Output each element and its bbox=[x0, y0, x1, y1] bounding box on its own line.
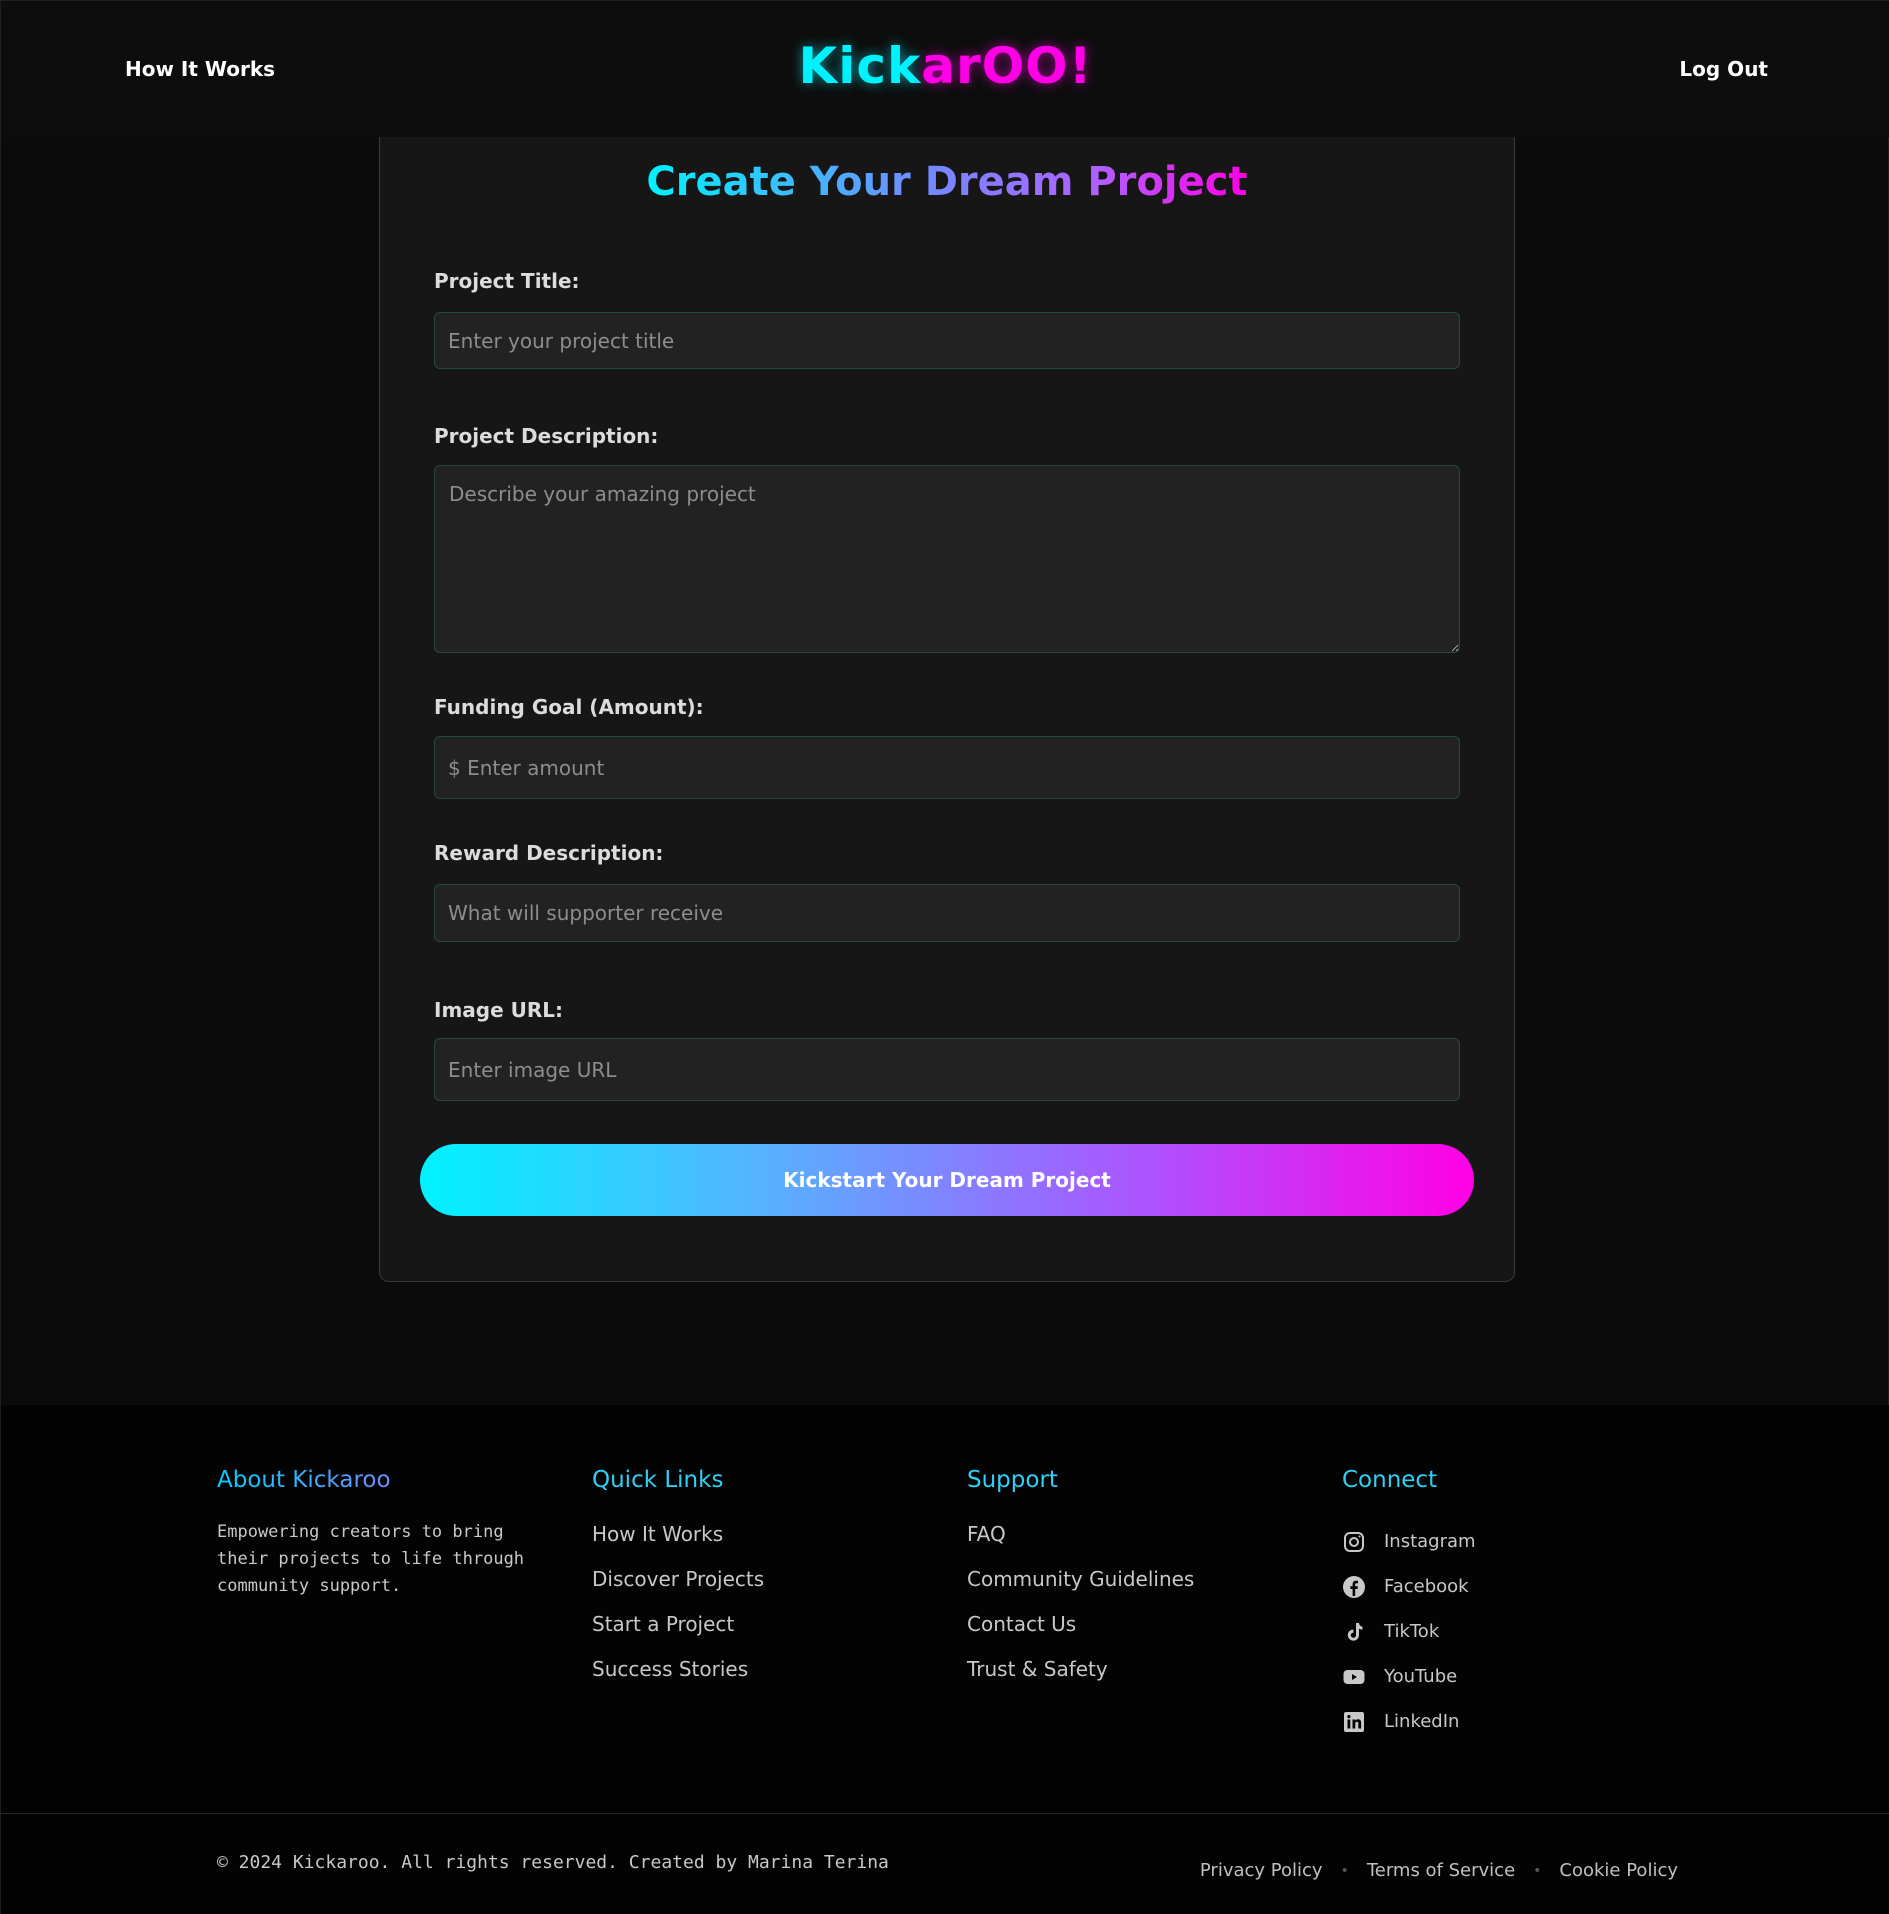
footer-link-how-it-works[interactable]: How It Works bbox=[592, 1519, 764, 1564]
separator-dot: • bbox=[1533, 1862, 1542, 1879]
footer-quick-links-section: Quick Links How It Works Discover Projec… bbox=[592, 1467, 764, 1699]
create-project-card: Create Your Dream Project Project Title:… bbox=[379, 137, 1515, 1282]
footer: About Kickaroo Empowering creators to br… bbox=[1, 1405, 1889, 1914]
social-link-instagram[interactable]: Instagram bbox=[1342, 1519, 1476, 1564]
top-navbar: How It Works KickarOO! Log Out bbox=[1, 1, 1889, 137]
footer-link-community-guidelines[interactable]: Community Guidelines bbox=[967, 1564, 1194, 1609]
footer-about-heading: About Kickaroo bbox=[217, 1467, 391, 1493]
separator-dot: • bbox=[1340, 1862, 1349, 1879]
logo-part-kick: Kick bbox=[798, 37, 922, 95]
project-description-textarea[interactable] bbox=[434, 465, 1460, 653]
social-link-youtube[interactable]: YouTube bbox=[1342, 1654, 1476, 1699]
youtube-icon bbox=[1342, 1665, 1366, 1689]
page-title: Create Your Dream Project bbox=[380, 159, 1514, 205]
social-label-instagram: Instagram bbox=[1384, 1530, 1476, 1552]
footer-link-trust-safety[interactable]: Trust & Safety bbox=[967, 1654, 1194, 1699]
social-link-tiktok[interactable]: TikTok bbox=[1342, 1609, 1476, 1654]
project-title-input[interactable] bbox=[434, 312, 1460, 369]
copyright-text: © 2024 Kickaroo. All rights reserved. Cr… bbox=[217, 1852, 889, 1873]
footer-connect-heading: Connect bbox=[1342, 1467, 1438, 1493]
footer-link-start-project[interactable]: Start a Project bbox=[592, 1609, 764, 1654]
project-title-label: Project Title: bbox=[434, 269, 580, 293]
project-description-label: Project Description: bbox=[434, 424, 659, 448]
facebook-icon bbox=[1342, 1575, 1366, 1599]
image-url-input[interactable] bbox=[434, 1038, 1460, 1101]
logo-part-aroo: arOO! bbox=[921, 37, 1093, 95]
footer-divider bbox=[1, 1813, 1889, 1814]
footer-link-faq[interactable]: FAQ bbox=[967, 1519, 1194, 1564]
reward-description-label: Reward Description: bbox=[434, 841, 664, 865]
footer-about-text: Empowering creators to bring their proje… bbox=[217, 1522, 525, 1596]
privacy-policy-link[interactable]: Privacy Policy bbox=[1200, 1860, 1323, 1881]
footer-link-contact-us[interactable]: Contact Us bbox=[967, 1609, 1194, 1654]
page: How It Works KickarOO! Log Out Create Yo… bbox=[0, 0, 1889, 1914]
footer-support-section: Support FAQ Community Guidelines Contact… bbox=[967, 1467, 1194, 1699]
social-label-tiktok: TikTok bbox=[1384, 1620, 1440, 1642]
logo[interactable]: KickarOO! bbox=[1, 37, 1889, 95]
image-url-label: Image URL: bbox=[434, 998, 564, 1022]
footer-link-discover-projects[interactable]: Discover Projects bbox=[592, 1564, 764, 1609]
footer-support-heading: Support bbox=[967, 1467, 1058, 1493]
funding-goal-label: Funding Goal (Amount): bbox=[434, 695, 704, 719]
social-label-youtube: YouTube bbox=[1384, 1665, 1458, 1687]
social-link-facebook[interactable]: Facebook bbox=[1342, 1564, 1476, 1609]
social-label-linkedin: LinkedIn bbox=[1384, 1710, 1460, 1732]
kickstart-project-button[interactable]: Kickstart Your Dream Project bbox=[420, 1144, 1474, 1216]
footer-about-section: About Kickaroo Empowering creators to br… bbox=[217, 1467, 557, 1600]
legal-links: Privacy Policy • Terms of Service • Cook… bbox=[1200, 1860, 1678, 1881]
social-label-facebook: Facebook bbox=[1384, 1575, 1469, 1597]
footer-link-success-stories[interactable]: Success Stories bbox=[592, 1654, 764, 1699]
social-link-linkedin[interactable]: LinkedIn bbox=[1342, 1699, 1476, 1744]
instagram-icon bbox=[1342, 1530, 1366, 1554]
page-title-text: Create Your Dream Project bbox=[646, 159, 1248, 205]
tiktok-icon bbox=[1342, 1620, 1366, 1644]
terms-of-service-link[interactable]: Terms of Service bbox=[1367, 1860, 1515, 1881]
footer-quick-links-heading: Quick Links bbox=[592, 1467, 724, 1493]
footer-connect-section: Connect Instagram Facebook TikTok YouTub… bbox=[1342, 1467, 1476, 1744]
reward-description-input[interactable] bbox=[434, 884, 1460, 942]
funding-goal-input[interactable] bbox=[434, 736, 1460, 799]
linkedin-icon bbox=[1342, 1710, 1366, 1734]
cookie-policy-link[interactable]: Cookie Policy bbox=[1559, 1860, 1678, 1881]
log-out-link[interactable]: Log Out bbox=[1679, 57, 1768, 81]
